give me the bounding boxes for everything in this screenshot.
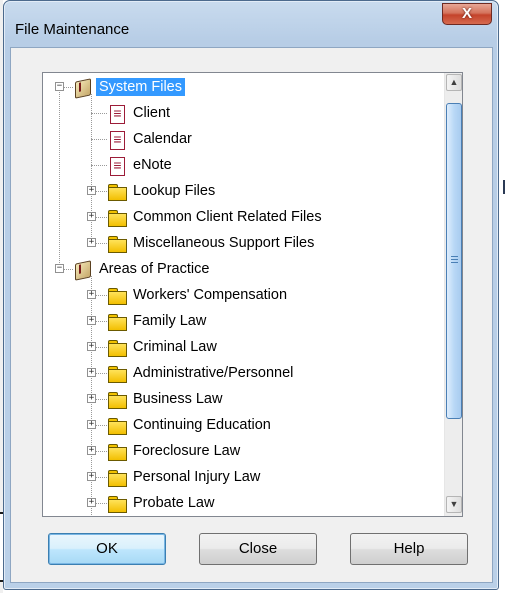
- up-arrow-icon: ▲: [449, 77, 459, 87]
- tree-content: − System Files Client Calendar eNote + Lookup …: [43, 73, 444, 516]
- tree-item-label: Calendar: [133, 131, 192, 147]
- folder-icon: [107, 416, 127, 435]
- tree-item-system-files[interactable]: System Files: [73, 76, 185, 98]
- expand-toggle-icon[interactable]: +: [87, 394, 96, 403]
- tree-item-lookup-files[interactable]: Lookup Files: [107, 180, 218, 202]
- tree-item-label: Miscellaneous Support Files: [133, 235, 315, 251]
- folder-icon: [107, 234, 127, 253]
- tree-item-label: Personal Injury Law: [133, 469, 261, 485]
- tree-item-label: Family Law: [133, 313, 207, 329]
- tree-item-common-client-related-files[interactable]: Common Client Related Files: [107, 206, 325, 228]
- tree-item-label: eNote: [133, 157, 172, 173]
- tree-item-workers-compensation[interactable]: Workers' Compensation: [107, 284, 290, 306]
- dialog-body: − System Files Client Calendar eNote + Lookup …: [10, 47, 493, 583]
- tree-item-personal-injury-law[interactable]: Personal Injury Law: [107, 466, 263, 488]
- tree-item-label: Foreclosure Law: [133, 443, 241, 459]
- expand-toggle-icon[interactable]: +: [87, 316, 96, 325]
- tree-item-label: Probate Law: [133, 495, 215, 511]
- tree-item-business-law[interactable]: Business Law: [107, 388, 225, 410]
- folder-icon: [107, 312, 127, 331]
- collapse-toggle-icon[interactable]: −: [55, 264, 64, 273]
- tree-item-miscellaneous-support-files[interactable]: Miscellaneous Support Files: [107, 232, 317, 254]
- tree-item-label: Administrative/Personnel: [133, 365, 294, 381]
- tree-item-label: Continuing Education: [133, 417, 271, 433]
- tree-item-calendar[interactable]: Calendar: [107, 128, 195, 150]
- scrollbar-thumb[interactable]: [446, 103, 462, 419]
- expand-toggle-icon[interactable]: +: [87, 446, 96, 455]
- tree-item-probate-law[interactable]: Probate Law: [107, 492, 217, 514]
- folder-icon: [107, 208, 127, 227]
- folder-icon: [107, 286, 127, 305]
- scroll-down-button[interactable]: ▼: [446, 496, 462, 513]
- expand-toggle-icon[interactable]: +: [87, 186, 96, 195]
- ok-button[interactable]: OK: [48, 533, 166, 565]
- tree-item-label: System Files: [96, 78, 185, 96]
- tree-item-enote[interactable]: eNote: [107, 154, 175, 176]
- tree-item-label: Workers' Compensation: [133, 287, 288, 303]
- tree-item-label: Business Law: [133, 391, 223, 407]
- collapse-toggle-icon[interactable]: −: [55, 82, 64, 91]
- file-tree-view[interactable]: − System Files Client Calendar eNote + Lookup …: [42, 72, 463, 517]
- folder-icon: [107, 338, 127, 357]
- expand-toggle-icon[interactable]: +: [87, 498, 96, 507]
- book-icon: [73, 260, 93, 279]
- book-icon: [73, 78, 93, 97]
- close-window-button[interactable]: X: [442, 3, 492, 25]
- grip-icon: [451, 256, 458, 263]
- scroll-up-button[interactable]: ▲: [446, 74, 462, 91]
- expand-toggle-icon[interactable]: +: [87, 238, 96, 247]
- tree-branch-connector: [91, 139, 107, 140]
- expand-toggle-icon[interactable]: +: [87, 472, 96, 481]
- down-arrow-icon: ▼: [449, 499, 459, 509]
- expand-toggle-icon[interactable]: +: [87, 420, 96, 429]
- folder-icon: [107, 182, 127, 201]
- tree-branch-connector: [91, 113, 107, 114]
- expand-toggle-icon[interactable]: +: [87, 342, 96, 351]
- tree-item-criminal-law[interactable]: Criminal Law: [107, 336, 220, 358]
- window-title: File Maintenance: [15, 21, 130, 38]
- expand-toggle-icon[interactable]: +: [87, 212, 96, 221]
- tree-item-continuing-education[interactable]: Continuing Education: [107, 414, 274, 436]
- tree-root-connector: [59, 87, 60, 269]
- tree-item-label: Client: [133, 105, 171, 121]
- tree-item-label: Lookup Files: [133, 183, 216, 199]
- vertical-scrollbar[interactable]: ▲ ▼: [444, 73, 462, 516]
- tree-branch-connector: [91, 165, 107, 166]
- tree-item-family-law[interactable]: Family Law: [107, 310, 209, 332]
- file-icon: [107, 104, 127, 124]
- folder-icon: [107, 390, 127, 409]
- file-icon: [107, 156, 127, 176]
- folder-icon: [107, 494, 127, 513]
- tree-item-foreclosure-law[interactable]: Foreclosure Law: [107, 440, 243, 462]
- folder-icon: [107, 442, 127, 461]
- folder-icon: [107, 364, 127, 383]
- help-button[interactable]: Help: [350, 533, 468, 565]
- background-window-edge-right: [499, 0, 505, 593]
- tree-item-label: Areas of Practice: [99, 261, 210, 277]
- tree-item-administrative-personnel[interactable]: Administrative/Personnel: [107, 362, 296, 384]
- tree-item-label: Common Client Related Files: [133, 209, 322, 225]
- close-icon: X: [461, 5, 472, 22]
- title-bar[interactable]: File Maintenance X: [4, 1, 498, 49]
- expand-toggle-icon[interactable]: +: [87, 290, 96, 299]
- tree-item-client[interactable]: Client: [107, 102, 173, 124]
- close-button[interactable]: Close: [199, 533, 317, 565]
- file-icon: [107, 130, 127, 150]
- tree-item-label: Criminal Law: [133, 339, 217, 355]
- expand-toggle-icon[interactable]: +: [87, 368, 96, 377]
- file-maintenance-dialog: File Maintenance X − System Files Client Ca…: [3, 0, 499, 590]
- folder-icon: [107, 468, 127, 487]
- tree-item-areas-of-practice[interactable]: Areas of Practice: [73, 258, 212, 280]
